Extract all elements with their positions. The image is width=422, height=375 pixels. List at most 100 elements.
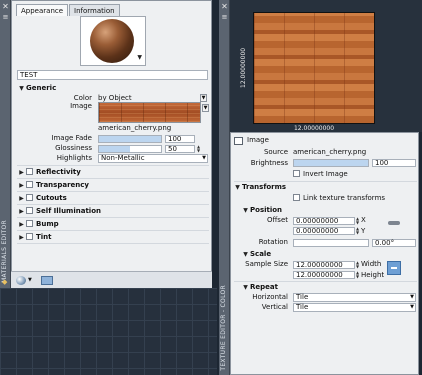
section-bump[interactable]: ▶ Bump [17,219,59,230]
properties-icon[interactable]: ≡ [2,14,9,21]
horizontal-repeat-select[interactable]: Tile ▼ [293,293,416,302]
vertical-repeat-select[interactable]: Tile ▼ [293,303,416,312]
highlights-select[interactable]: Non-Metallic ▼ [98,154,208,163]
texture-editor-title: TEXTURE EDITOR - COLOR [220,285,227,371]
brightness-input[interactable]: 100 [372,159,416,167]
sample-height-input[interactable]: 12.00000000 [293,271,355,279]
section-tint[interactable]: ▶ Tint [17,232,52,243]
section-self-illumination-label: Self Illumination [36,207,101,215]
offset-label: Offset [266,216,288,224]
tab-appearance[interactable]: Appearance [16,4,69,16]
close-icon[interactable]: ✕ [1,2,10,11]
texture-editor-panel: Image Source american_cherry.png Brightn… [230,132,419,375]
collapsed-triangle-icon: ▶ [19,169,24,176]
chevron-down-icon[interactable]: ▼ [28,276,32,285]
divider [17,178,209,179]
section-generic[interactable]: ▼ Generic [17,83,56,94]
cutouts-checkbox[interactable] [26,194,33,201]
section-self-illumination[interactable]: ▶ Self Illumination [17,206,101,217]
x-label: X [361,216,366,224]
link-transforms-checkbox[interactable] [293,194,300,201]
material-browser-icon[interactable] [41,276,53,285]
divider [17,204,209,205]
section-transforms-label: Transforms [242,183,287,191]
glossiness-input[interactable]: 50 [165,145,195,153]
image-label: Image [70,102,92,110]
offset-y-input[interactable]: 0.00000000 [293,227,355,235]
brightness-slider[interactable] [293,159,369,167]
image-fade-input[interactable]: 100 [165,135,195,143]
brightness-label: Brightness [250,159,288,167]
texture-editor-titlebar[interactable]: ✕ ≡ TEXTURE EDITOR - COLOR [219,0,230,375]
drawing-canvas[interactable] [0,288,230,375]
lock-aspect-icon[interactable] [387,261,401,275]
section-repeat[interactable]: ▼ Repeat [241,282,278,293]
transparency-checkbox[interactable] [26,181,33,188]
material-sphere-preview [90,19,134,63]
self-illumination-checkbox[interactable] [26,207,33,214]
link-transforms-option[interactable]: Link texture transforms [293,194,385,203]
invert-image-option[interactable]: Invert Image [293,170,348,179]
glossiness-fill [99,146,130,152]
bump-checkbox[interactable] [26,220,33,227]
glossiness-label: Glossiness [55,144,92,152]
texture-preview-image[interactable] [253,12,375,124]
section-transparency[interactable]: ▶ Transparency [17,180,89,191]
reflectivity-checkbox[interactable] [26,168,33,175]
section-scale[interactable]: ▼ Scale [241,249,271,260]
expanded-triangle-icon: ▼ [19,85,24,92]
materials-editor-title: MATERIALS EDITOR [1,220,8,283]
link-chain-icon[interactable] [388,221,400,225]
collapsed-triangle-icon: ▶ [19,195,24,202]
invert-image-checkbox[interactable] [293,170,300,177]
source-value[interactable]: american_cherry.png [293,148,366,157]
tab-information[interactable]: Information [69,4,120,16]
chevron-down-icon[interactable]: ▼ [137,54,142,61]
chevron-down-icon: ▼ [410,294,414,300]
glossiness-slider[interactable] [98,145,162,153]
expanded-triangle-icon: ▼ [243,284,248,291]
section-reflectivity[interactable]: ▶ Reflectivity [17,167,81,178]
section-position[interactable]: ▼ Position [241,205,282,216]
section-transforms[interactable]: ▼ Transforms [233,182,286,193]
properties-icon[interactable]: ≡ [221,14,228,21]
offset-x-input[interactable]: 0.00000000 [293,217,355,225]
materials-editor-titlebar[interactable]: ✕ ≡ MATERIALS EDITOR [0,0,11,288]
section-repeat-label: Repeat [250,283,278,291]
tint-checkbox[interactable] [26,233,33,240]
sample-height-spinner[interactable]: ▲ ▼ [355,271,360,279]
sample-width-input[interactable]: 12.00000000 [293,261,355,269]
highlights-label: Highlights [56,154,92,162]
image-header: Image [247,136,269,144]
section-generic-label: Generic [26,84,57,92]
image-filename[interactable]: american_cherry.png [98,124,171,133]
horizontal-label: Horizontal [252,293,288,301]
source-label: Source [263,148,288,156]
glossiness-spinner[interactable]: ▲ ▼ [196,145,201,153]
section-transparency-label: Transparency [36,181,89,189]
divider [17,230,209,231]
offset-x-spinner[interactable]: ▲ ▼ [355,217,360,225]
section-cutouts[interactable]: ▶ Cutouts [17,193,67,204]
close-icon[interactable]: ✕ [220,2,229,11]
rotation-label: Rotation [258,238,288,246]
collapsed-triangle-icon: ▶ [19,234,24,241]
materials-editor-panel: Appearance Information ▼ TEST ▼ Generic C… [11,0,212,288]
offset-y-spinner[interactable]: ▲ ▼ [355,227,360,235]
color-dropdown-button[interactable]: ▼ [200,94,207,102]
image-fade-label: Image Fade [51,134,92,142]
image-dropdown-button[interactable]: ▼ [202,104,209,112]
section-position-label: Position [250,206,283,214]
material-sphere-icon[interactable] [16,276,26,285]
image-thumbnail[interactable] [98,102,201,123]
chevron-down-icon: ▼ [202,155,206,161]
width-label: Width [361,260,382,268]
brightness-fill [294,160,368,166]
rotation-slider[interactable] [293,239,369,247]
material-name-field[interactable]: TEST [17,70,208,80]
material-preview[interactable]: ▼ [80,16,146,66]
y-label: Y [361,227,366,235]
rotation-input[interactable]: 0.00° [372,239,416,247]
sample-width-spinner[interactable]: ▲ ▼ [355,261,360,269]
image-fade-slider[interactable] [98,135,162,143]
